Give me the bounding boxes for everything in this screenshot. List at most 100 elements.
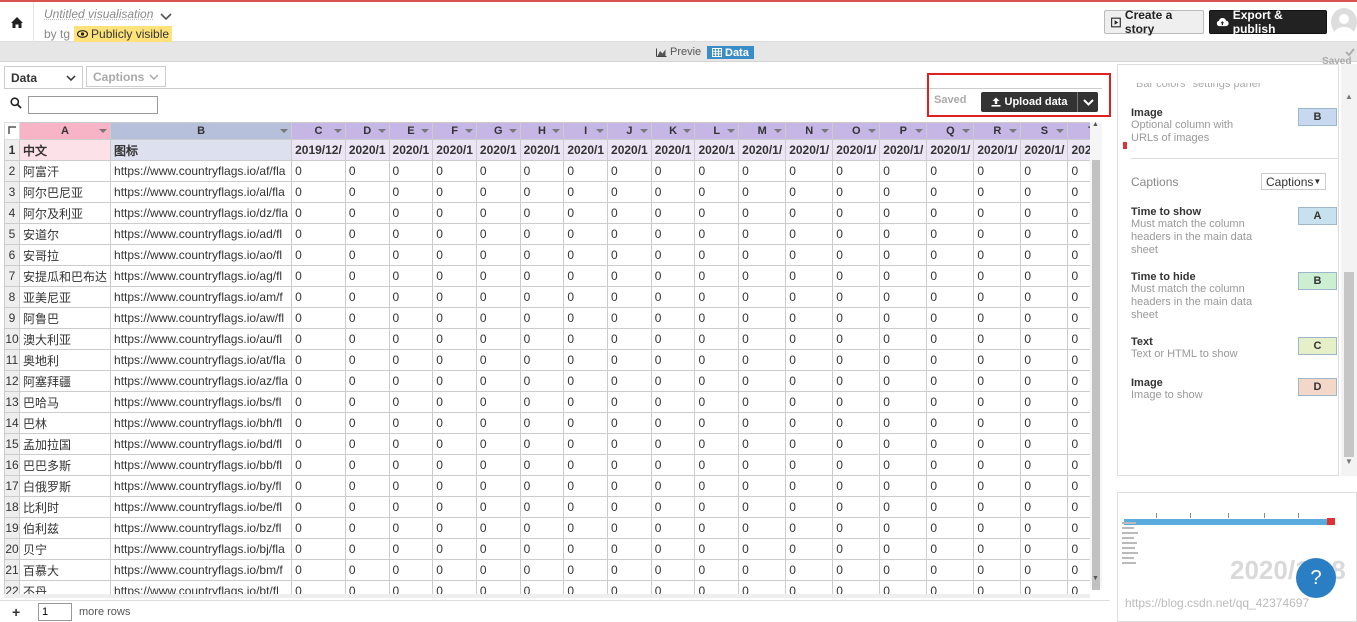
country-name-cell[interactable]: 孟加拉国 [18,433,112,455]
value-cell[interactable]: 0 [926,391,975,413]
row-number[interactable]: 16 [4,454,20,476]
country-name-cell[interactable]: 巴林 [18,412,112,434]
caption-column-badge[interactable]: D [1298,378,1337,396]
value-cell[interactable]: 0 [388,391,434,413]
value-cell[interactable]: 0 [607,559,652,581]
home-button[interactable] [0,2,34,42]
column-header-r[interactable]: R [973,122,1022,140]
value-cell[interactable]: 0 [926,433,975,455]
value-cell[interactable]: 0 [519,328,565,350]
value-cell[interactable]: 0 [832,202,881,224]
value-cell[interactable]: 0 [344,454,390,476]
value-cell[interactable]: 0 [879,475,928,497]
row-number[interactable]: 22 [4,580,20,594]
value-cell[interactable]: 0 [1067,370,1090,392]
column-header-p[interactable]: P [879,122,928,140]
header-cell[interactable]: 2020/1 [607,139,652,161]
value-cell[interactable]: 0 [607,475,652,497]
grid-vertical-scrollbar[interactable]: ▲ ▼ [1090,121,1102,590]
row-number[interactable]: 21 [4,559,20,581]
value-cell[interactable]: 0 [738,181,787,203]
value-cell[interactable]: 0 [519,370,565,392]
value-cell[interactable]: 0 [785,286,834,308]
value-cell[interactable]: 0 [926,307,975,329]
value-cell[interactable]: 0 [973,307,1022,329]
country-name-cell[interactable]: 贝宁 [18,538,112,560]
row-number[interactable]: 19 [4,517,20,539]
value-cell[interactable]: 0 [291,538,346,560]
value-cell[interactable]: 0 [650,244,696,266]
value-cell[interactable]: 0 [344,412,390,434]
value-cell[interactable]: 0 [563,391,609,413]
country-name-cell[interactable]: 澳大利亚 [18,328,112,350]
value-cell[interactable]: 0 [432,517,477,539]
flag-url-cell[interactable]: https://www.countryflags.io/ad/fl [110,223,293,245]
value-cell[interactable]: 0 [475,370,521,392]
value-cell[interactable]: 0 [694,223,740,245]
captions-sheet-selector[interactable]: Captions [86,66,166,87]
value-cell[interactable]: 0 [926,412,975,434]
value-cell[interactable]: 0 [344,202,390,224]
value-cell[interactable]: 0 [291,496,346,518]
value-cell[interactable]: 0 [344,223,390,245]
header-cell[interactable]: 2020/1 [650,139,696,161]
value-cell[interactable]: 0 [926,370,975,392]
column-menu-icon[interactable] [280,129,289,133]
value-cell[interactable]: 0 [432,454,477,476]
value-cell[interactable]: 0 [563,496,609,518]
value-cell[interactable]: 0 [973,538,1022,560]
flag-url-cell[interactable]: https://www.countryflags.io/bt/fl [110,580,293,594]
value-cell[interactable]: 0 [832,454,881,476]
value-cell[interactable]: 0 [388,538,434,560]
tab-data[interactable]: Data [707,46,754,59]
value-cell[interactable]: 0 [291,391,346,413]
column-header-q[interactable]: Q [926,122,975,140]
value-cell[interactable]: 0 [344,391,390,413]
value-cell[interactable]: 0 [607,181,652,203]
row-number[interactable]: 5 [4,223,20,245]
value-cell[interactable]: 0 [475,328,521,350]
value-cell[interactable]: 0 [650,559,696,581]
value-cell[interactable]: 0 [926,328,975,350]
value-cell[interactable]: 0 [291,265,346,287]
value-cell[interactable]: 0 [973,349,1022,371]
column-menu-icon[interactable] [596,129,605,133]
value-cell[interactable]: 0 [973,370,1022,392]
value-cell[interactable]: 0 [785,538,834,560]
value-cell[interactable]: 0 [475,286,521,308]
scrollbar-thumb[interactable] [1092,160,1100,590]
value-cell[interactable]: 0 [973,391,1022,413]
country-name-cell[interactable]: 安道尔 [18,223,112,245]
value-cell[interactable]: 0 [1020,454,1069,476]
value-cell[interactable]: 0 [694,559,740,581]
value-cell[interactable]: 0 [973,433,1022,455]
value-cell[interactable]: 0 [475,349,521,371]
value-cell[interactable]: 0 [650,391,696,413]
value-cell[interactable]: 0 [832,160,881,182]
value-cell[interactable]: 0 [519,202,565,224]
value-cell[interactable]: 0 [785,370,834,392]
column-header-l[interactable]: L [694,122,740,140]
column-menu-icon[interactable] [99,129,108,133]
value-cell[interactable]: 0 [607,370,652,392]
column-menu-icon[interactable] [508,129,517,133]
value-cell[interactable]: 0 [650,286,696,308]
value-cell[interactable]: 0 [1020,412,1069,434]
column-menu-icon[interactable] [1056,129,1065,133]
flag-url-cell[interactable]: https://www.countryflags.io/au/fl [110,328,293,350]
value-cell[interactable]: 0 [344,370,390,392]
value-cell[interactable]: 0 [926,580,975,594]
value-cell[interactable]: 0 [650,349,696,371]
value-cell[interactable]: 0 [879,496,928,518]
value-cell[interactable]: 0 [650,223,696,245]
value-cell[interactable]: 0 [1020,160,1069,182]
value-cell[interactable]: 0 [1020,496,1069,518]
value-cell[interactable]: 0 [291,307,346,329]
column-header-s[interactable]: S [1020,122,1069,140]
header-cell[interactable]: 2020/1/ [879,139,928,161]
flag-url-cell[interactable]: https://www.countryflags.io/al/fla [110,181,293,203]
value-cell[interactable]: 0 [879,202,928,224]
value-cell[interactable]: 0 [650,538,696,560]
scroll-up-icon[interactable]: ▲ [1345,92,1353,101]
value-cell[interactable]: 0 [344,265,390,287]
